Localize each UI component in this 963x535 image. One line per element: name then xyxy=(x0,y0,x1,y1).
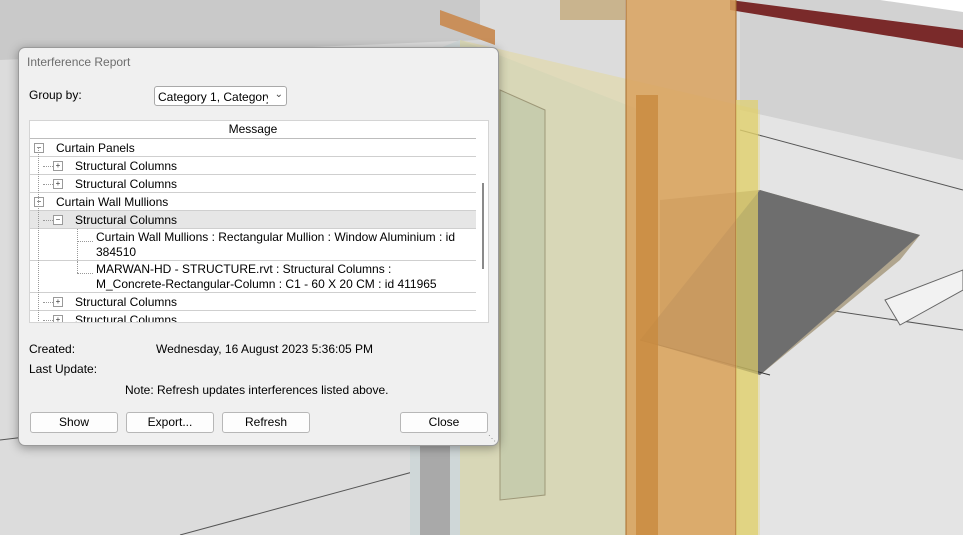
tree-row-subcategory[interactable]: + Structural Columns xyxy=(30,175,476,193)
tree-row-subcategory-selected[interactable]: − Structural Columns xyxy=(30,211,476,229)
last-update-label: Last Update: xyxy=(29,362,98,376)
tree-row-element[interactable]: MARWAN-HD - STRUCTURE.rvt : Structural C… xyxy=(30,261,476,293)
tree-item-label: Curtain Wall Mullions xyxy=(56,195,169,209)
collapse-icon[interactable]: − xyxy=(34,143,44,153)
element-message-line1: Curtain Wall Mullions : Rectangular Mull… xyxy=(96,230,456,244)
collapse-icon[interactable]: − xyxy=(53,215,63,225)
dialog-title: Interference Report xyxy=(27,55,131,69)
column-header-message[interactable]: Message xyxy=(30,121,476,139)
group-by-label: Group by: xyxy=(29,88,82,102)
created-value: Wednesday, 16 August 2023 5:36:05 PM xyxy=(156,342,374,356)
tree-item-label: Curtain Panels xyxy=(56,141,135,155)
tree-item-label: Structural Columns xyxy=(75,213,178,227)
expand-icon[interactable]: + xyxy=(53,315,63,322)
tree-row-subcategory[interactable]: + Structural Columns xyxy=(30,157,476,175)
tree-row-subcategory[interactable]: + Structural Columns xyxy=(30,311,476,323)
tree-item-label: Structural Columns xyxy=(75,295,178,309)
export-button[interactable]: Export... xyxy=(126,412,214,433)
tree-row-category[interactable]: − Curtain Wall Mullions xyxy=(30,193,476,211)
group-by-value: Category 1, Category 2 xyxy=(158,90,268,104)
expand-icon[interactable]: + xyxy=(53,161,63,171)
interference-report-dialog: Interference Report Group by: Category 1… xyxy=(18,47,499,446)
expand-icon[interactable]: + xyxy=(53,179,63,189)
group-by-dropdown[interactable]: Category 1, Category 2 ⌄ xyxy=(154,86,287,106)
element-message-line1: MARWAN-HD - STRUCTURE.rvt : Structural C… xyxy=(96,262,392,276)
tree-item-label: Structural Columns xyxy=(75,313,178,323)
tree-row-category[interactable]: − Curtain Panels xyxy=(30,139,476,157)
tree-item-label: Structural Columns xyxy=(75,159,178,173)
close-button[interactable]: Close xyxy=(400,412,488,433)
refresh-note: Note: Refresh updates interferences list… xyxy=(125,383,389,397)
collapse-icon[interactable]: − xyxy=(34,197,44,207)
expand-icon[interactable]: + xyxy=(53,297,63,307)
element-message-line2: M_Concrete-Rectangular-Column : C1 - 60 … xyxy=(96,277,437,291)
interference-tree[interactable]: Message − Curtain Panels + Structural Co… xyxy=(29,120,489,323)
resize-grip-icon[interactable]: ⋱ xyxy=(488,435,496,443)
tree-row-element[interactable]: Curtain Wall Mullions : Rectangular Mull… xyxy=(30,229,476,261)
created-label: Created: xyxy=(29,342,76,356)
tree-row-subcategory[interactable]: + Structural Columns xyxy=(30,293,476,311)
scrollbar-thumb[interactable] xyxy=(482,183,484,269)
element-message-line2: 384510 xyxy=(96,245,137,259)
chevron-down-icon: ⌄ xyxy=(274,89,283,100)
tree-item-label: Structural Columns xyxy=(75,177,178,191)
refresh-button[interactable]: Refresh xyxy=(222,412,310,433)
show-button[interactable]: Show xyxy=(30,412,118,433)
